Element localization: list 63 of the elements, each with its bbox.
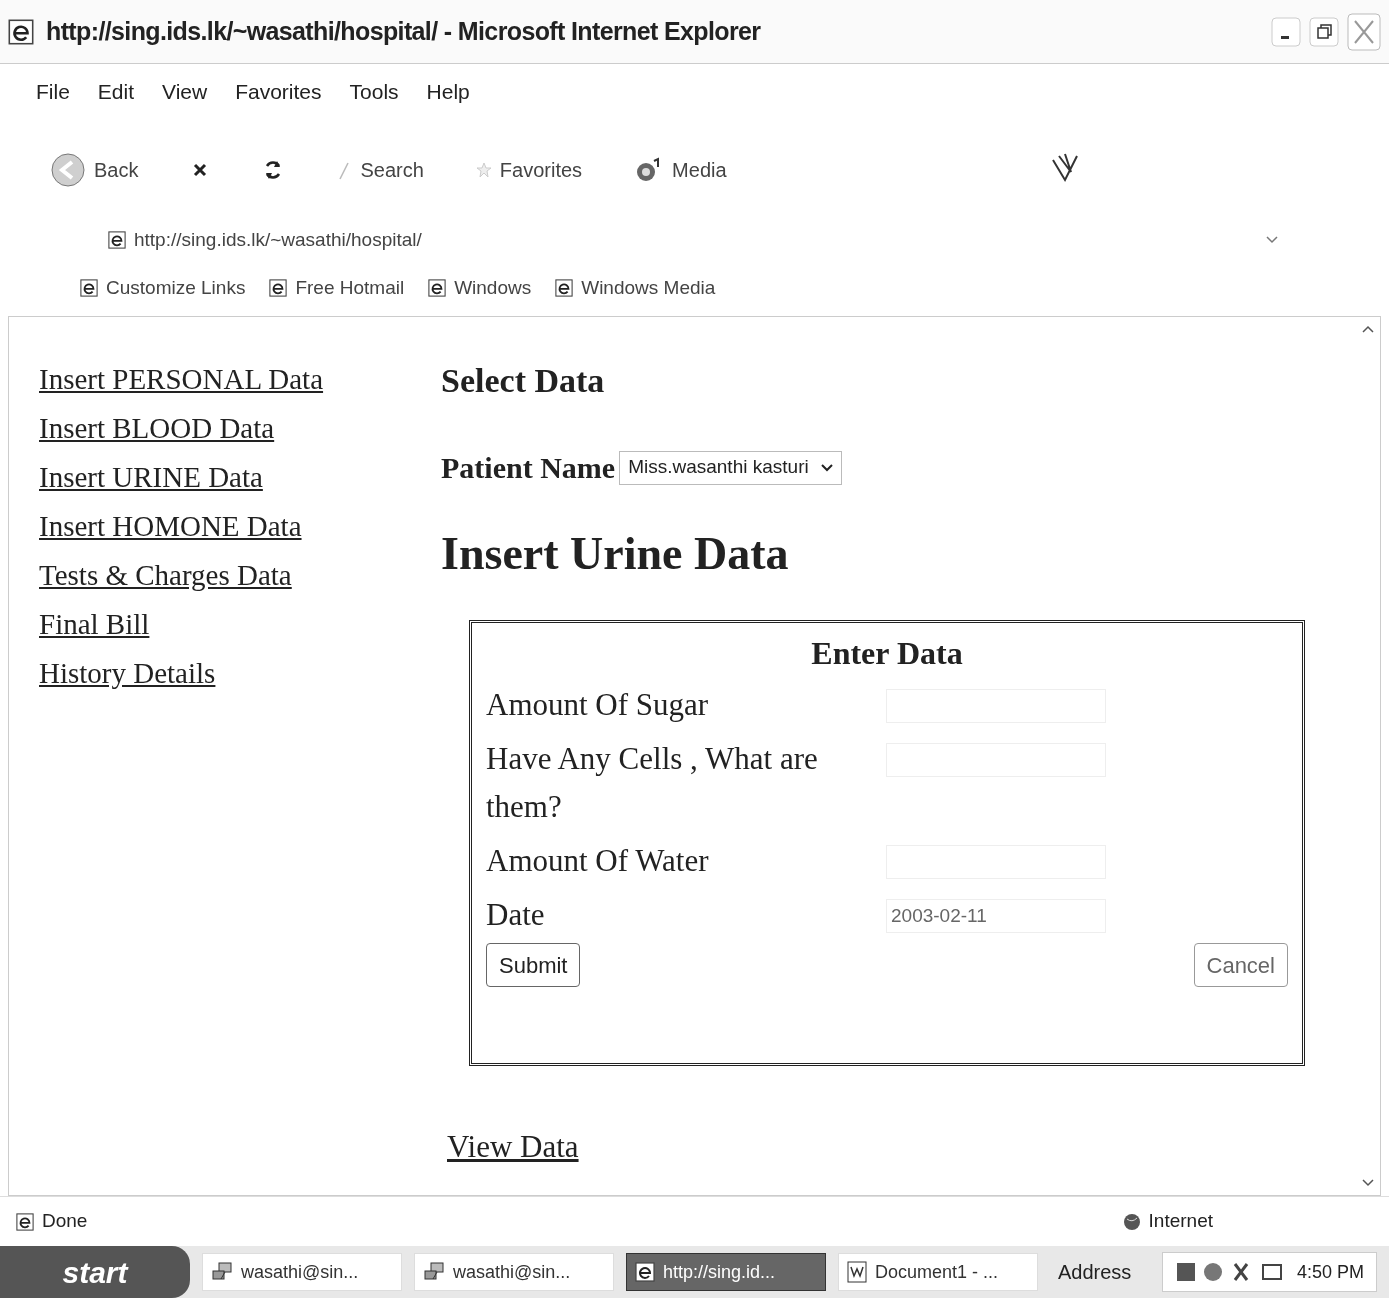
menu-item[interactable]: Favorites bbox=[235, 76, 322, 108]
field-label: Have Any Cells , What are them? bbox=[485, 740, 819, 826]
network-computer-icon bbox=[211, 1261, 233, 1283]
nav-link[interactable]: Insert PERSONAL Data bbox=[39, 359, 324, 399]
window-title: http://sing.ids.lk/~wasathi/hospital/ - Microsoft Internet Explorer bbox=[46, 15, 761, 47]
browser-icon bbox=[635, 1262, 655, 1282]
menu-item[interactable]: File bbox=[36, 76, 70, 108]
taskbar-button[interactable]: wasathi@sin... bbox=[202, 1253, 402, 1291]
nav-link[interactable]: Insert HOMONE Data bbox=[39, 506, 302, 546]
browser-icon bbox=[269, 279, 288, 297]
media-button[interactable]: Media bbox=[634, 155, 727, 185]
taskbar-button[interactable]: wasathi@sin... bbox=[414, 1253, 614, 1291]
star-icon bbox=[475, 162, 492, 178]
menu-item[interactable]: Tools bbox=[349, 76, 399, 108]
nav-link[interactable]: History Details bbox=[39, 653, 216, 693]
clock: 4:50 PM bbox=[1296, 1260, 1364, 1284]
nav-link[interactable]: Tests & Charges Data bbox=[39, 555, 292, 595]
taskbar-button[interactable]: Document1 - ... bbox=[838, 1253, 1038, 1291]
scroll-up-icon[interactable] bbox=[1362, 325, 1374, 333]
browser-icon bbox=[428, 279, 447, 297]
input-field[interactable]: 2003-02-11 bbox=[886, 899, 1106, 933]
favorites-button[interactable]: Favorites bbox=[475, 155, 583, 185]
section-heading: Select Data bbox=[441, 361, 606, 401]
form-title: Enter Data bbox=[810, 634, 964, 673]
view-data-link[interactable]: View Data bbox=[447, 1124, 579, 1171]
page-title: Insert Urine Data bbox=[441, 527, 790, 581]
address-field[interactable]: http://sing.ids.lk/~wasathi/hospital/ bbox=[108, 225, 422, 255]
browser-icon bbox=[555, 279, 574, 297]
close-icon[interactable] bbox=[1347, 12, 1381, 51]
browser-icon bbox=[108, 231, 126, 249]
minimize-icon[interactable] bbox=[1271, 16, 1301, 47]
browser-icon bbox=[16, 1212, 34, 1231]
nav-link[interactable]: Final Bill bbox=[39, 604, 150, 644]
menu-item[interactable]: View bbox=[162, 76, 208, 108]
links-bar-item[interactable]: Windows Media bbox=[555, 273, 716, 303]
field-label: Date bbox=[485, 896, 546, 934]
menu-item[interactable]: Help bbox=[426, 76, 470, 108]
start-button[interactable]: start bbox=[0, 1246, 190, 1298]
cancel-button[interactable]: Cancel bbox=[1193, 943, 1288, 987]
menu-item[interactable]: Edit bbox=[97, 76, 135, 108]
links-bar-item[interactable]: Free Hotmail bbox=[269, 273, 405, 303]
patient-select[interactable]: Miss.wasanthi kasturi bbox=[619, 450, 842, 485]
submit-button[interactable]: Submit bbox=[486, 943, 581, 987]
status-text: Done bbox=[42, 1209, 88, 1234]
document-icon bbox=[847, 1261, 867, 1283]
globe-icon bbox=[1122, 1212, 1141, 1231]
search-button[interactable]: Search bbox=[336, 155, 424, 185]
maximize-icon[interactable] bbox=[1309, 16, 1339, 47]
field-label: Amount Of Sugar bbox=[485, 686, 710, 724]
links-bar-item[interactable]: Customize Links bbox=[80, 273, 246, 303]
taskbar-button[interactable]: http://sing.id... bbox=[626, 1253, 826, 1291]
field-label: Amount Of Water bbox=[485, 842, 710, 880]
browser-icon bbox=[80, 279, 98, 297]
patient-name-label: Patient Name bbox=[441, 450, 616, 486]
nav-link[interactable]: Insert BLOOD Data bbox=[39, 408, 275, 448]
back-button[interactable]: Back bbox=[50, 152, 139, 188]
zone-text: Internet bbox=[1148, 1209, 1213, 1234]
nav-link[interactable]: Insert URINE Data bbox=[39, 457, 263, 497]
address-label: Address bbox=[1058, 1260, 1132, 1285]
browser-icon bbox=[8, 18, 34, 45]
links-bar-item[interactable]: Windows bbox=[428, 273, 532, 303]
scroll-down-icon[interactable] bbox=[1362, 1179, 1374, 1187]
network-computer-icon bbox=[423, 1261, 445, 1283]
